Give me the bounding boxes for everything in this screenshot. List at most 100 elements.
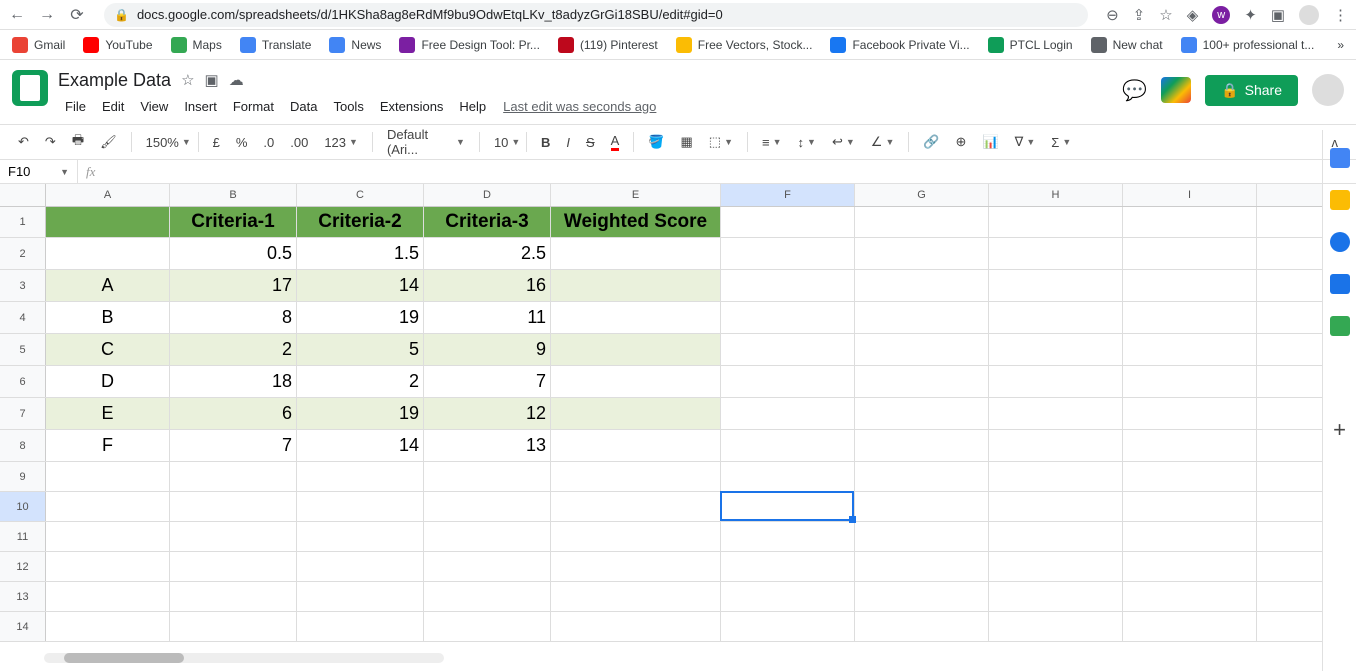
extension-icon[interactable]: w (1212, 6, 1230, 24)
menu-icon[interactable]: ⋮ (1333, 6, 1348, 24)
row-header[interactable]: 6 (0, 366, 46, 397)
v-align-button[interactable]: ↕▼ (792, 131, 822, 154)
cell[interactable]: Weighted Score (551, 207, 721, 237)
cell[interactable] (297, 492, 424, 521)
cell[interactable] (170, 612, 297, 641)
row-header[interactable]: 11 (0, 522, 46, 551)
cell[interactable] (46, 612, 170, 641)
bookmark-item[interactable]: PTCL Login (988, 37, 1073, 53)
cell[interactable]: 19 (297, 398, 424, 429)
cell[interactable] (297, 552, 424, 581)
cell[interactable] (551, 302, 721, 333)
cell[interactable] (551, 398, 721, 429)
print-button[interactable]: 🖶 (66, 127, 90, 157)
filter-button[interactable]: ∇▼ (1009, 130, 1042, 154)
row-header[interactable]: 14 (0, 612, 46, 641)
cell[interactable]: 7 (170, 430, 297, 461)
cell[interactable] (424, 462, 551, 491)
cell[interactable] (989, 552, 1123, 581)
tasks-icon[interactable] (1330, 232, 1350, 252)
cell[interactable]: 13 (424, 430, 551, 461)
cell[interactable] (551, 612, 721, 641)
calendar-icon[interactable] (1330, 148, 1350, 168)
cell[interactable] (297, 612, 424, 641)
cell[interactable] (721, 582, 855, 611)
star-icon[interactable]: ☆ (1159, 6, 1172, 24)
cell[interactable] (424, 492, 551, 521)
cell[interactable] (1123, 462, 1257, 491)
strike-button[interactable]: S (580, 131, 601, 154)
menu-help[interactable]: Help (452, 97, 493, 116)
cell[interactable] (46, 582, 170, 611)
cell[interactable] (1123, 207, 1257, 237)
cell[interactable] (424, 582, 551, 611)
menu-format[interactable]: Format (226, 97, 281, 116)
comments-icon[interactable]: 💬 (1122, 78, 1147, 103)
redo-button[interactable]: ↷ (39, 130, 62, 154)
paint-format-button[interactable]: 🖌 (94, 130, 123, 154)
cell[interactable] (989, 238, 1123, 269)
row-header[interactable]: 13 (0, 582, 46, 611)
cell[interactable]: 12 (424, 398, 551, 429)
cell[interactable] (170, 462, 297, 491)
cell[interactable] (989, 492, 1123, 521)
cell[interactable]: 14 (297, 270, 424, 301)
cell[interactable] (721, 430, 855, 461)
cell[interactable] (1123, 430, 1257, 461)
row-header[interactable]: 5 (0, 334, 46, 365)
cell[interactable]: B (46, 302, 170, 333)
cell[interactable] (297, 462, 424, 491)
cell[interactable] (297, 522, 424, 551)
horizontal-scrollbar[interactable] (44, 653, 444, 663)
cell[interactable] (721, 270, 855, 301)
bookmark-item[interactable]: New chat (1091, 37, 1163, 53)
cell[interactable] (721, 462, 855, 491)
col-header[interactable]: F (721, 184, 855, 206)
cell[interactable]: Criteria-3 (424, 207, 551, 237)
cell[interactable]: 19 (297, 302, 424, 333)
bookmark-item[interactable]: Facebook Private Vi... (830, 37, 969, 53)
menu-data[interactable]: Data (283, 97, 324, 116)
col-header[interactable]: E (551, 184, 721, 206)
meet-button[interactable] (1161, 77, 1191, 103)
cell[interactable] (1123, 492, 1257, 521)
add-addon-icon[interactable]: + (1330, 420, 1350, 440)
cell[interactable] (721, 552, 855, 581)
cell[interactable] (551, 582, 721, 611)
menu-view[interactable]: View (133, 97, 175, 116)
contacts-icon[interactable] (1330, 274, 1350, 294)
link-button[interactable]: 🔗 (917, 130, 945, 154)
forward-button[interactable]: → (38, 6, 56, 24)
back-button[interactable]: ← (8, 6, 26, 24)
cell[interactable] (1123, 582, 1257, 611)
row-header[interactable]: 2 (0, 238, 46, 269)
cell[interactable] (1123, 238, 1257, 269)
bookmark-item[interactable]: Free Vectors, Stock... (676, 37, 813, 53)
cell[interactable] (46, 522, 170, 551)
col-header[interactable]: A (46, 184, 170, 206)
bookmark-item[interactable]: Free Design Tool: Pr... (399, 37, 540, 53)
cell[interactable]: 2 (170, 334, 297, 365)
cell[interactable] (551, 552, 721, 581)
dec-decrease-button[interactable]: .0 (257, 131, 280, 154)
h-align-button[interactable]: ≡▼ (756, 131, 788, 154)
bookmark-item[interactable]: Maps (171, 37, 222, 53)
cell[interactable] (1123, 270, 1257, 301)
row-header[interactable]: 1 (0, 207, 46, 237)
font-size-select[interactable]: 10▼ (488, 131, 518, 154)
spreadsheet-grid[interactable]: ABCDEFGHI 1Criteria-1Criteria-2Criteria-… (0, 184, 1322, 647)
cell[interactable] (1123, 302, 1257, 333)
cell[interactable] (721, 492, 855, 521)
reload-button[interactable]: ⟳ (68, 6, 86, 24)
cell[interactable] (855, 552, 989, 581)
cell[interactable] (855, 462, 989, 491)
cell[interactable] (721, 612, 855, 641)
cell[interactable] (855, 398, 989, 429)
cell[interactable] (855, 492, 989, 521)
shield-icon[interactable]: ◈ (1187, 6, 1199, 24)
cell[interactable]: C (46, 334, 170, 365)
cell[interactable]: 11 (424, 302, 551, 333)
bookmark-item[interactable]: Gmail (12, 37, 65, 53)
menu-edit[interactable]: Edit (95, 97, 131, 116)
name-box[interactable]: F10▼ (0, 160, 78, 183)
